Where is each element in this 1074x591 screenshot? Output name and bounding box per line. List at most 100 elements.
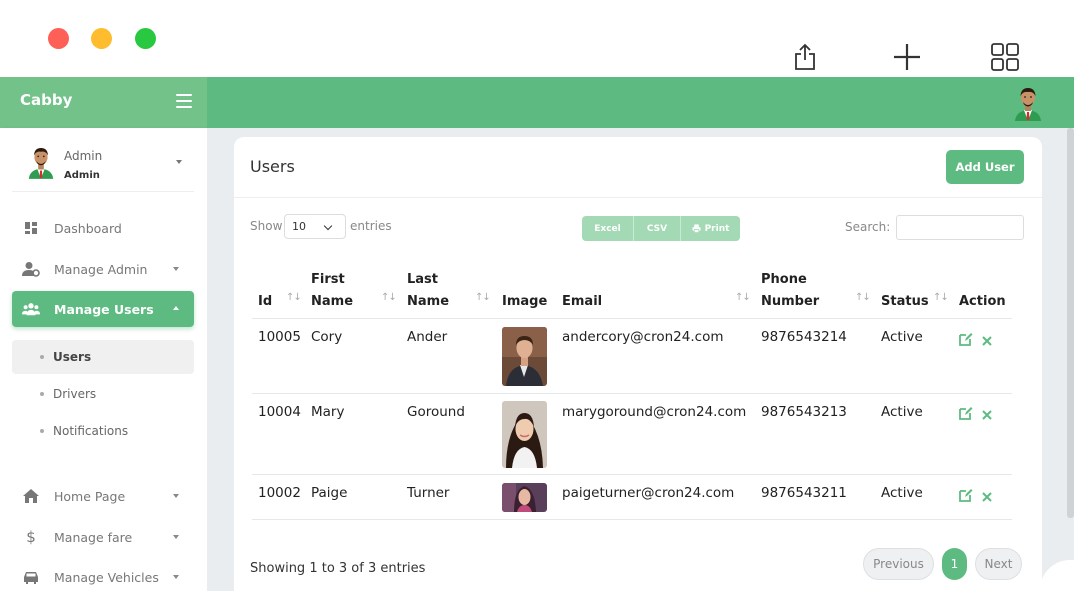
table-info: Showing 1 to 3 of 3 entries xyxy=(250,561,426,576)
header-last-name-line2[interactable]: Name xyxy=(407,291,449,312)
delete-icon[interactable] xyxy=(981,406,993,420)
menu-toggle-icon[interactable] xyxy=(176,94,192,108)
edit-icon[interactable] xyxy=(959,331,973,346)
header-phone-line2[interactable]: Number xyxy=(761,291,819,312)
card-divider xyxy=(234,197,1042,198)
next-page-button[interactable]: Next xyxy=(975,548,1022,580)
cell-status: Active xyxy=(881,485,923,501)
sort-icon[interactable]: ↑↓ xyxy=(855,292,871,303)
sidebar-subitem-label: Users xyxy=(53,350,92,364)
edit-icon[interactable] xyxy=(959,487,973,502)
header-id[interactable]: Id xyxy=(258,291,272,312)
chevron-down-icon xyxy=(323,221,333,231)
top-navbar xyxy=(207,77,1074,128)
cell-status: Active xyxy=(881,404,923,420)
previous-page-button[interactable]: Previous xyxy=(863,548,934,580)
car-icon xyxy=(22,568,40,586)
users-card xyxy=(234,137,1042,591)
tab-overview-grid-icon[interactable] xyxy=(988,40,1022,74)
sort-icon[interactable]: ↑↓ xyxy=(735,292,751,303)
sidebar-item-label: Manage Users xyxy=(54,301,154,317)
sort-icon[interactable]: ↑↓ xyxy=(286,292,302,303)
home-icon xyxy=(22,487,40,505)
cell-phone: 9876543211 xyxy=(761,485,847,501)
sort-icon[interactable]: ↑↓ xyxy=(381,292,397,303)
share-icon[interactable] xyxy=(788,40,822,74)
cell-first-name: Paige xyxy=(311,485,348,501)
app-brand[interactable]: Cabby xyxy=(20,91,72,109)
add-user-button[interactable]: Add User xyxy=(946,150,1024,184)
sidebar-item-label: Manage Vehicles xyxy=(54,569,159,585)
window-chrome xyxy=(0,0,1074,77)
header-last-name-line1[interactable]: Last xyxy=(407,269,438,290)
sidebar-item-manage-vehicles[interactable]: Manage Vehicles xyxy=(12,559,194,591)
chevron-down-icon xyxy=(173,535,179,539)
cell-first-name: Mary xyxy=(311,404,345,420)
sidebar-subitem-label: Drivers xyxy=(53,387,97,401)
chevron-down-icon xyxy=(173,575,179,579)
chevron-down-icon xyxy=(173,494,179,498)
sidebar-profile[interactable]: Admin Admin xyxy=(12,134,194,192)
header-phone-line1[interactable]: Phone xyxy=(761,269,807,290)
profile-chevron-down-icon[interactable] xyxy=(176,160,182,164)
cell-last-name: Turner xyxy=(407,485,450,501)
page-1-button[interactable]: 1 xyxy=(942,548,967,580)
user-photo xyxy=(502,401,547,468)
bullet-icon xyxy=(40,355,44,359)
dashboard-icon xyxy=(22,219,40,237)
sidebar-subitem-notifications[interactable]: Notifications xyxy=(12,414,194,448)
dollar-icon: $ xyxy=(26,528,36,546)
sidebar-item-manage-admin[interactable]: Manage Admin xyxy=(12,251,194,287)
users-icon xyxy=(22,300,40,318)
sidebar-subitem-users[interactable]: Users xyxy=(12,340,194,374)
profile-role: Admin xyxy=(64,170,100,181)
page-size-select[interactable]: 10 xyxy=(284,214,346,239)
profile-avatar xyxy=(26,144,56,180)
print-label: Print xyxy=(704,223,730,234)
maximize-window-button[interactable] xyxy=(135,28,156,49)
search-input[interactable] xyxy=(896,215,1024,240)
sidebar-item-home-page[interactable]: Home Page xyxy=(12,478,194,514)
close-window-button[interactable] xyxy=(48,28,69,49)
cell-status: Active xyxy=(881,329,923,345)
export-csv-button[interactable]: CSV xyxy=(634,216,681,241)
user-photo xyxy=(502,483,547,512)
sidebar-subitem-label: Notifications xyxy=(53,424,129,438)
sidebar-item-label: Home Page xyxy=(54,488,126,504)
cell-email[interactable]: andercory@cron24.com xyxy=(562,329,723,345)
sidebar-item-manage-fare[interactable]: $ Manage fare xyxy=(12,519,194,555)
export-buttons: Excel CSV Print xyxy=(582,216,740,241)
header-first-name-line2[interactable]: Name xyxy=(311,291,353,312)
sort-icon[interactable]: ↑↓ xyxy=(933,292,949,303)
export-excel-button[interactable]: Excel xyxy=(582,216,634,241)
header-email[interactable]: Email xyxy=(562,291,602,312)
cell-phone: 9876543214 xyxy=(761,329,847,345)
sidebar-item-label: Manage fare xyxy=(54,529,133,545)
app-window: Cabby Admin Admin Dashboard Manage Admin… xyxy=(0,0,1074,591)
scrollbar[interactable] xyxy=(1067,128,1074,518)
sort-icon[interactable]: ↑↓ xyxy=(475,292,491,303)
table-header-divider xyxy=(252,318,1012,319)
export-print-button[interactable]: Print xyxy=(681,216,740,241)
new-tab-plus-icon[interactable] xyxy=(890,40,924,74)
user-photo xyxy=(502,327,547,386)
cell-first-name: Cory xyxy=(311,329,343,345)
header-status[interactable]: Status xyxy=(881,291,929,312)
sidebar-item-dashboard[interactable]: Dashboard xyxy=(12,210,194,246)
edit-icon[interactable] xyxy=(959,405,973,420)
sidebar-item-manage-users[interactable]: Manage Users xyxy=(12,291,194,327)
cell-phone: 9876543213 xyxy=(761,404,847,420)
row-divider xyxy=(252,393,1012,394)
cell-email[interactable]: marygoround@cron24.com xyxy=(562,404,746,420)
minimize-window-button[interactable] xyxy=(91,28,112,49)
page-title: Users xyxy=(250,157,295,176)
sidebar-subitem-drivers[interactable]: Drivers xyxy=(12,377,194,411)
user-avatar[interactable] xyxy=(1012,85,1044,121)
header-first-name-line1[interactable]: First xyxy=(311,269,345,290)
delete-icon[interactable] xyxy=(981,488,993,502)
cell-email[interactable]: paigeturner@cron24.com xyxy=(562,485,734,501)
printer-icon xyxy=(692,224,701,233)
chevron-down-icon xyxy=(173,267,179,271)
delete-icon[interactable] xyxy=(981,332,993,346)
sidebar-item-label: Dashboard xyxy=(54,220,122,236)
